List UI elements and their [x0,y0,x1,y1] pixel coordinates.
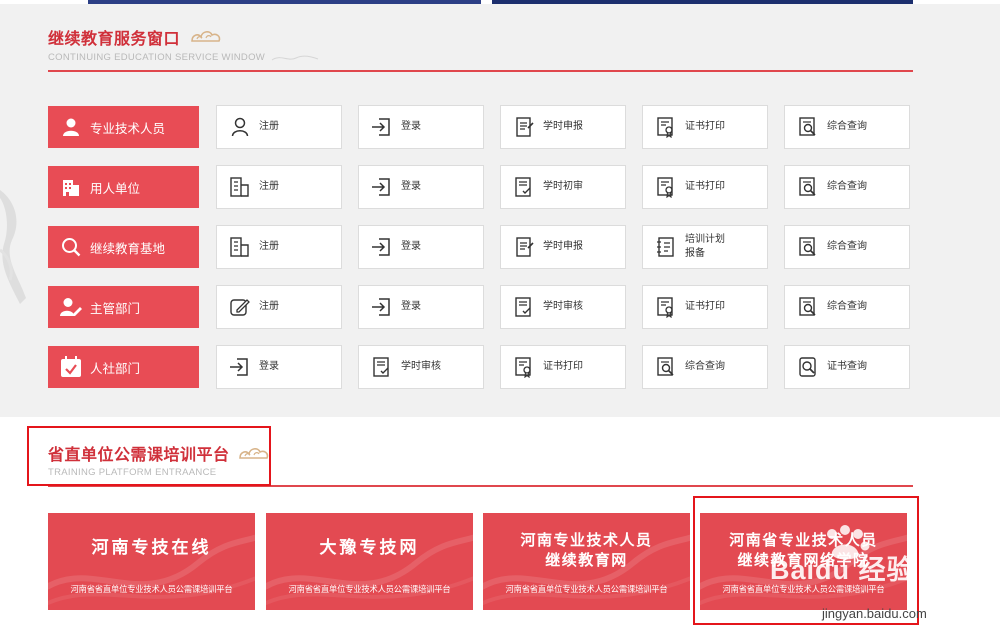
action-authority-login[interactable]: 登录 [358,285,484,329]
action-employer-login[interactable]: 登录 [358,165,484,209]
certificate-icon [655,176,677,198]
certificate-icon [655,116,677,138]
action-employer-hours-review[interactable]: 学时初审 [500,165,626,209]
action-employer-query[interactable]: 综合查询 [784,165,910,209]
login-arrow-icon [371,296,393,318]
action-professional-hours-report[interactable]: 学时申报 [500,105,626,149]
building-outline-icon [229,176,251,198]
role-professional[interactable]: 专业技术人员 [48,106,199,148]
login-arrow-icon [371,176,393,198]
action-hrss-cert-query[interactable]: 证书查询 [784,345,910,389]
role-hrss-department[interactable]: 人社部门 [48,346,199,388]
role-label: 用人单位 [90,180,141,196]
action-professional-login[interactable]: 登录 [358,105,484,149]
platform-card-henan-zhuanji-online[interactable]: 河南专技在线 河南省省直单位专业技术人员公需课培训平台 [48,513,255,610]
document-check-icon [513,296,535,318]
document-check-icon [513,176,535,198]
login-arrow-icon [371,236,393,258]
user-outline-icon [229,116,251,138]
search-document-icon [797,296,819,318]
role-label: 专业技术人员 [90,120,166,136]
user-edit-icon [60,296,82,318]
person-icon [60,116,82,138]
certificate-icon [655,296,677,318]
action-hrss-cert-print[interactable]: 证书打印 [500,345,626,389]
action-base-login[interactable]: 登录 [358,225,484,269]
calendar-check-icon [60,356,82,378]
role-authority[interactable]: 主管部门 [48,286,199,328]
search-document-icon [797,236,819,258]
role-label: 人社部门 [90,360,141,376]
action-base-register[interactable]: 注册 [216,225,342,269]
role-label: 主管部门 [90,300,141,316]
building-icon [60,176,82,198]
service-section-title: 继续教育服务窗口 [48,29,181,48]
certificate-search-icon [797,356,819,378]
action-hrss-hours-audit[interactable]: 学时审核 [358,345,484,389]
platform-card-dayu-zhuanji[interactable]: 大豫专技网 河南省省直单位专业技术人员公需课培训平台 [266,513,473,610]
action-authority-register[interactable]: 注册 [216,285,342,329]
watermark-url: jingyan.baidu.com [822,606,927,621]
cloud-ornament-icon [191,31,221,42]
document-edit-icon [513,116,535,138]
action-hrss-login[interactable]: 登录 [216,345,342,389]
wave-ornament-icon [271,55,319,61]
pencil-square-icon [229,296,251,318]
platform-card-henan-professional-edu[interactable]: 河南专业技术人员 继续教育网 河南省省直单位专业技术人员公需课培训平台 [483,513,690,610]
action-professional-query[interactable]: 综合查询 [784,105,910,149]
document-check-icon [371,356,393,378]
highlight-box-section-title [27,426,271,486]
login-arrow-icon [371,116,393,138]
action-professional-cert-print[interactable]: 证书打印 [642,105,768,149]
action-authority-cert-print[interactable]: 证书打印 [642,285,768,329]
certificate-icon [513,356,535,378]
plan-file-icon [655,236,677,258]
search-document-icon [797,116,819,138]
action-base-query[interactable]: 综合查询 [784,225,910,269]
search-document-icon [655,356,677,378]
role-label: 继续教育基地 [90,240,166,256]
document-edit-icon [513,236,535,258]
action-authority-query[interactable]: 综合查询 [784,285,910,329]
search-document-icon [797,176,819,198]
service-section-subtitle: CONTINUING EDUCATION SERVICE WINDOW [48,52,266,63]
login-arrow-icon [229,356,251,378]
building-outline-icon [229,236,251,258]
baidu-watermark-logo: Baidu 经验 [770,555,915,585]
card-pattern [48,534,255,606]
role-training-base[interactable]: 继续教育基地 [48,226,199,268]
action-base-training-plan[interactable]: 培训计划 报备 [642,225,768,269]
action-authority-hours-audit[interactable]: 学时审核 [500,285,626,329]
service-section-divider [48,70,913,72]
action-employer-cert-print[interactable]: 证书打印 [642,165,768,209]
action-employer-register[interactable]: 注册 [216,165,342,209]
dragon-decoration-icon [0,190,26,304]
search-icon [60,236,82,258]
role-employer[interactable]: 用人单位 [48,166,199,208]
action-base-hours-report[interactable]: 学时申报 [500,225,626,269]
card-pattern [266,534,473,606]
action-professional-register[interactable]: 注册 [216,105,342,149]
action-hrss-query[interactable]: 综合查询 [642,345,768,389]
